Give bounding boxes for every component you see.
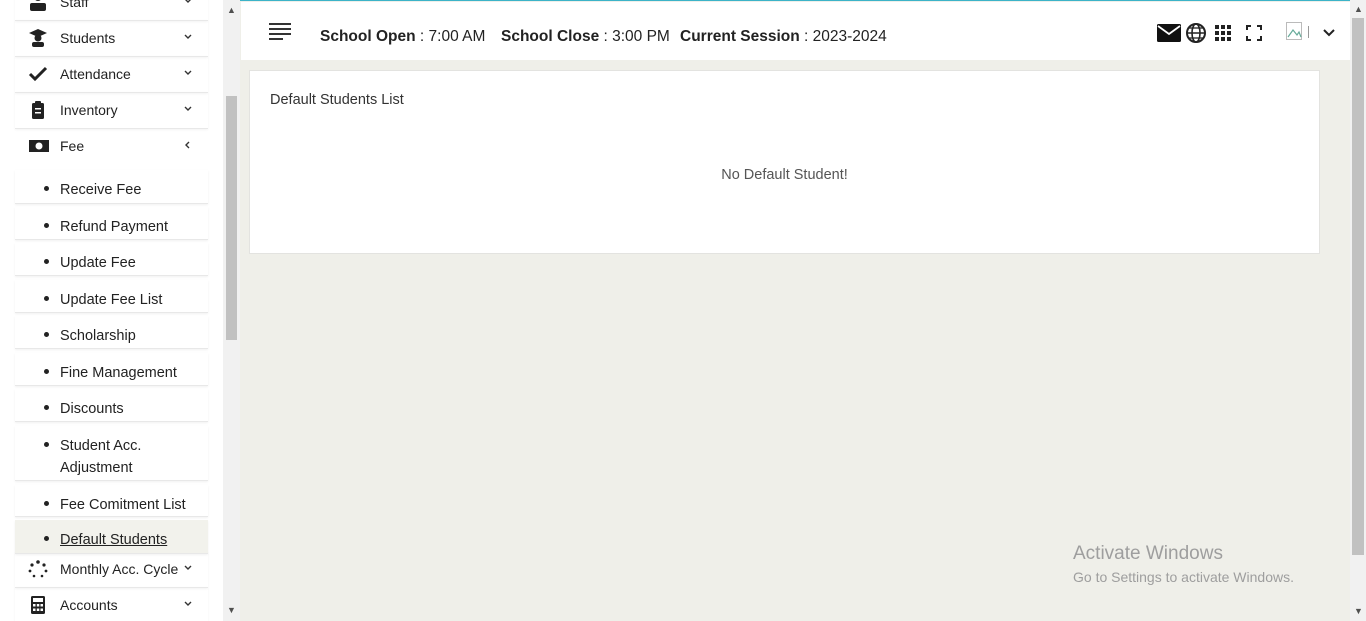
sidebar-item-inventory[interactable]: Inventory <box>15 92 208 129</box>
chevron-down-icon <box>184 565 192 570</box>
bullet <box>44 332 49 337</box>
school-open-value: : 7:00 AM <box>419 28 486 45</box>
submenu-item-label: Default Students <box>60 532 168 548</box>
globe-icon[interactable] <box>1186 23 1210 45</box>
submenu-item-update-fee-list[interactable]: Update Fee List <box>15 280 208 313</box>
avatar[interactable] <box>1286 22 1312 44</box>
chevron-left-icon <box>185 141 190 149</box>
spinner-icon <box>28 560 48 578</box>
sidebar-item-students[interactable]: Students <box>15 20 208 57</box>
sidebar-scroll-thumb[interactable] <box>226 96 237 340</box>
page-scrollbar[interactable]: ▲ ▼ <box>1350 0 1366 621</box>
sidebar-item-label: Monthly Acc. Cycle <box>60 561 179 577</box>
submenu-item-refund-payment[interactable]: Refund Payment <box>15 207 208 240</box>
submenu-item-scholarship[interactable]: Scholarship <box>15 316 208 349</box>
calculator-icon <box>31 596 45 614</box>
clipboard-icon <box>32 101 44 119</box>
sidebar-item-attendance[interactable]: Attendance <box>15 56 208 93</box>
sidebar-item-accounts[interactable]: Accounts <box>15 587 208 621</box>
submenu-item-label: Fee Comitment List <box>60 497 186 513</box>
bullet <box>44 442 49 447</box>
watermark-subtitle: Go to Settings to activate Windows. <box>1073 569 1294 585</box>
submenu-item-receive-fee[interactable]: Receive Fee <box>15 170 208 204</box>
default-students-card: Default Students List No Default Student… <box>249 70 1320 254</box>
chevron-down-icon <box>184 70 192 75</box>
sidebar-item-staff[interactable]: Staff <box>15 0 208 21</box>
chevron-down-icon <box>184 601 192 606</box>
menu-toggle-icon[interactable] <box>269 23 291 41</box>
sidebar-item-monthly-acc-cycle[interactable]: Monthly Acc. Cycle <box>15 551 208 588</box>
school-open-info: School Open : 7:00 AM <box>320 28 485 46</box>
scroll-down-arrow[interactable]: ▼ <box>227 606 236 615</box>
activate-windows-watermark: Activate Windows Go to Settings to activ… <box>1073 543 1294 585</box>
bullet <box>44 405 49 410</box>
top-header: School Open : 7:00 AM School Close : 3:0… <box>241 2 1350 60</box>
check-icon <box>28 66 48 82</box>
session-value: : 2023-2024 <box>804 28 887 45</box>
sidebar-scrollbar[interactable]: ▲ ▼ <box>223 0 240 621</box>
mail-icon[interactable] <box>1157 24 1181 46</box>
scroll-down-arrow[interactable]: ▼ <box>1354 606 1363 616</box>
submenu-item-label: Update Fee List <box>60 292 163 308</box>
bullet <box>44 369 49 374</box>
submenu-item-student-acc-adjustment[interactable]: Student Acc. Adjustment <box>15 426 208 481</box>
sidebar: Staff Students Attendance Inventory Fee <box>0 0 223 621</box>
submenu-item-label: Discounts <box>60 401 124 417</box>
submenu-item-label: Receive Fee <box>60 182 142 198</box>
scroll-up-arrow[interactable]: ▲ <box>227 6 236 15</box>
watermark-title: Activate Windows <box>1073 543 1223 564</box>
sidebar-item-label: Accounts <box>60 597 118 613</box>
sidebar-item-label: Students <box>60 30 116 46</box>
bullet <box>44 186 49 191</box>
submenu-item-fee-comitment-list[interactable]: Fee Comitment List <box>15 485 208 517</box>
submenu-item-update-fee[interactable]: Update Fee <box>15 243 208 276</box>
session-label: Current Session <box>680 28 800 45</box>
submenu-item-label: Fine Management <box>60 365 177 381</box>
school-close-label: School Close <box>501 28 600 45</box>
sidebar-item-label: Fee <box>60 138 85 154</box>
sidebar-item-label: Attendance <box>60 66 131 82</box>
chevron-down-icon <box>185 0 191 3</box>
bullet <box>44 223 49 228</box>
fullscreen-icon[interactable] <box>1246 25 1270 47</box>
student-icon <box>29 29 47 47</box>
school-close-value: : 3:00 PM <box>603 28 670 45</box>
staff-icon <box>30 0 46 11</box>
scroll-up-arrow[interactable]: ▲ <box>1354 4 1363 14</box>
bullet <box>44 259 49 264</box>
page-scroll-thumb[interactable] <box>1352 18 1364 555</box>
bullet <box>44 536 49 541</box>
empty-state-message: No Default Student! <box>721 167 848 183</box>
submenu-item-discounts[interactable]: Discounts <box>15 389 208 422</box>
bullet <box>44 296 49 301</box>
sidebar-item-label: Inventory <box>60 102 118 118</box>
submenu-item-label: Update Fee <box>60 255 136 271</box>
submenu-item-default-students[interactable]: Default Students <box>15 520 208 554</box>
card-title: Default Students List <box>270 92 404 108</box>
chevron-down-icon <box>184 34 192 39</box>
apps-grid-icon[interactable] <box>1215 25 1239 47</box>
school-close-info: School Close : 3:00 PM <box>501 28 670 46</box>
sidebar-item-label: Staff <box>60 0 89 10</box>
bullet <box>44 501 49 506</box>
submenu-item-label: Student Acc. Adjustment <box>60 438 142 476</box>
submenu-item-fine-management[interactable]: Fine Management <box>15 353 208 386</box>
session-info: Current Session : 2023-2024 <box>680 28 887 46</box>
sidebar-item-fee[interactable]: Fee <box>15 128 208 164</box>
chevron-down-icon <box>184 106 192 111</box>
money-icon <box>29 140 49 152</box>
school-open-label: School Open <box>320 28 416 45</box>
submenu-item-label: Refund Payment <box>60 219 169 235</box>
submenu-item-label: Scholarship <box>60 328 136 344</box>
chevron-down-icon[interactable] <box>1322 25 1336 47</box>
